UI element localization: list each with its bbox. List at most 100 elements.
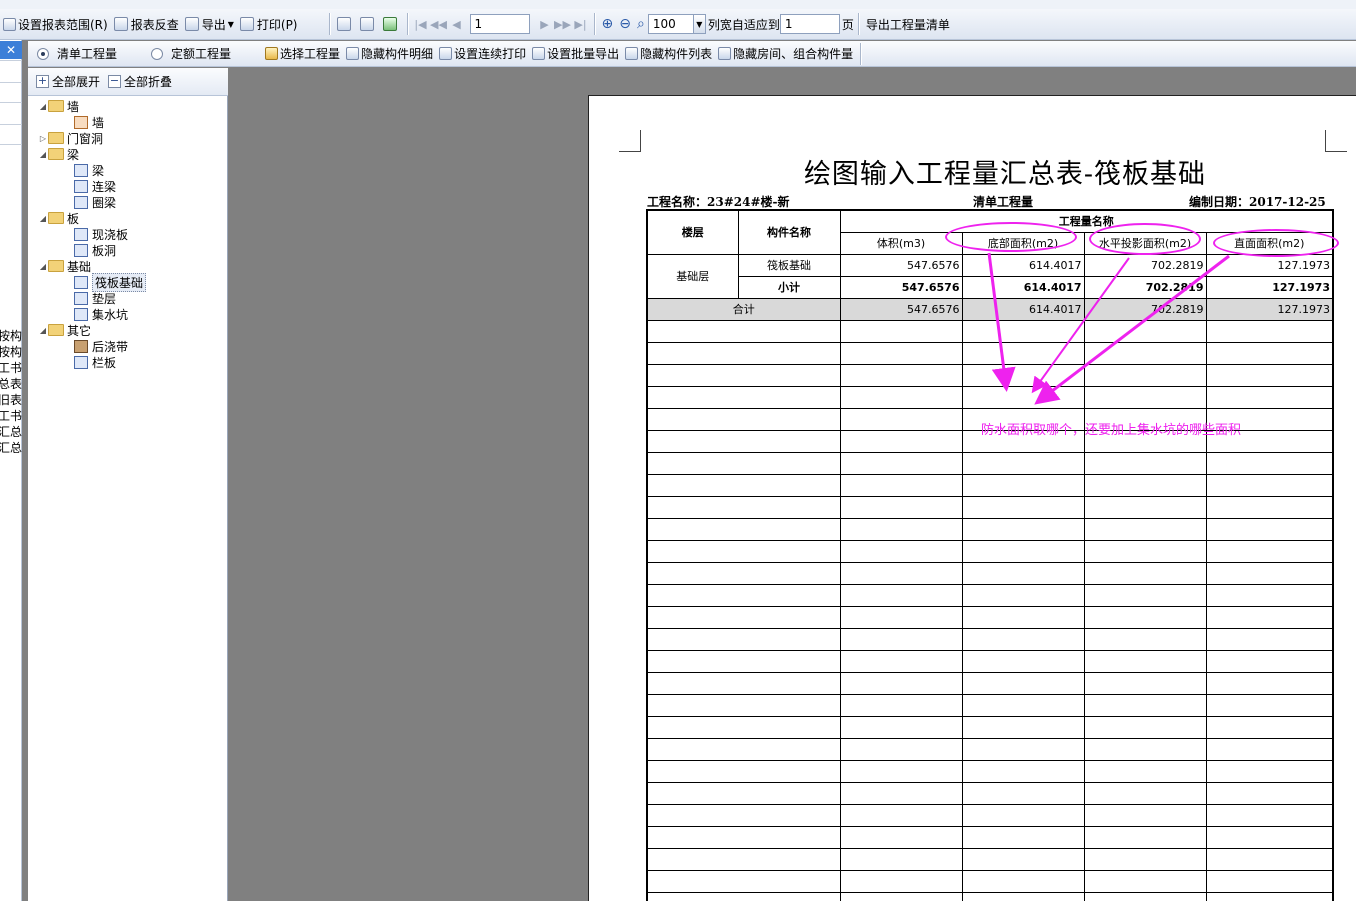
tree-item-cushion[interactable]: 垫层 [28, 290, 228, 306]
folder-icon [48, 324, 64, 336]
tree-group-beam[interactable]: ◢ 梁 [28, 146, 228, 162]
report-check-button[interactable]: 报表反查 [111, 11, 182, 37]
list-icon [346, 47, 360, 60]
tree-group-wall[interactable]: ◢ 墙 [28, 98, 228, 114]
ring-beam-icon [74, 195, 88, 209]
hide-detail-button[interactable]: 隐藏构件明细 [343, 41, 436, 67]
next-fast-button[interactable]: ▶▶ [554, 13, 572, 35]
folder-icon [48, 260, 64, 272]
radio-bill-quantity[interactable]: 清单工程量 [34, 41, 120, 67]
hide-component-list-button[interactable]: 隐藏构件列表 [622, 41, 715, 67]
left-label[interactable]: 总表 [0, 376, 22, 392]
left-label[interactable]: 按构 [0, 328, 22, 344]
print-settings-icon [439, 47, 453, 60]
zoom-out-icon: ⊖ [619, 16, 631, 32]
check-icon [113, 17, 128, 31]
report-range-button[interactable]: 设置报表范围(R) [0, 11, 111, 37]
tree-item-cast-slab[interactable]: 现浇板 [28, 226, 228, 242]
expand-arrow-icon: ◢ [39, 325, 47, 335]
collapse-arrow-icon: ▷ [39, 133, 47, 143]
slab-hole-icon [74, 243, 88, 257]
batch-export-icon [532, 47, 546, 60]
tree-item-slab-hole[interactable]: 板洞 [28, 242, 228, 258]
toolbar-separator [857, 13, 859, 35]
set-batch-export-button[interactable]: 设置批量导出 [529, 41, 622, 67]
left-label[interactable]: 汇总 [0, 440, 22, 456]
fit-column-label: 列宽自适应到 [707, 17, 780, 32]
collapse-all-button[interactable]: − 全部折叠 [100, 73, 172, 90]
prev-fast-button[interactable]: ◀◀ [430, 13, 448, 35]
next-page-button[interactable]: ▶ [536, 13, 554, 35]
radio-icon [151, 47, 164, 60]
double-page-icon [359, 17, 374, 31]
tree-item-post-cast-strip[interactable]: 后浇带 [28, 338, 228, 354]
report-page: 绘图输入工程量汇总表-筏板基础 工程名称：23#24#楼-新 清单工程量 编制日… [588, 95, 1356, 901]
view-single-button[interactable] [334, 11, 357, 37]
beam-icon [74, 163, 88, 177]
first-page-button[interactable]: |◀ [412, 13, 430, 35]
tree-group-openings[interactable]: ▷ 门窗洞 [28, 130, 228, 146]
zoom-input[interactable]: 100 [647, 14, 694, 34]
left-label[interactable]: 工书 [0, 360, 22, 376]
main-toolbar: 设置报表范围(R) 报表反查 导出 ▼ 打印(P) |◀ ◀◀ ◀ 1 ▶ ▶▶ … [0, 0, 1356, 40]
left-label[interactable]: 按构 [0, 344, 22, 360]
raft-foundation-icon [74, 275, 88, 289]
tree-item-ring-beam[interactable]: 圈梁 [28, 194, 228, 210]
plus-icon: + [36, 74, 49, 88]
coupling-beam-icon [74, 179, 88, 193]
set-continuous-print-button[interactable]: 设置连续打印 [436, 41, 529, 67]
tree-item-wall[interactable]: 墙 [28, 114, 228, 130]
last-page-button[interactable]: ▶| [572, 13, 590, 35]
tree-item-coupling-beam[interactable]: 连梁 [28, 178, 228, 194]
left-label[interactable]: 汇总 [0, 424, 22, 440]
single-page-icon [336, 17, 351, 31]
expand-all-button[interactable]: + 全部展开 [28, 73, 100, 90]
select-icon [265, 47, 279, 60]
chevron-down-icon: ▼ [696, 19, 703, 29]
slab-icon [74, 227, 88, 241]
close-panel-button[interactable]: ✕ [0, 41, 22, 59]
list-icon [718, 47, 732, 60]
zoom-dropdown[interactable]: ▼ [693, 14, 706, 34]
component-tree: ◢ 墙 墙 ▷ 门窗洞 ◢ 梁 梁 连梁 圈梁 ◢ 板 现浇板 板洞 ◢ 基础 筏板基础 … [28, 98, 228, 370]
close-icon: ✕ [5, 43, 17, 57]
export-icon [184, 17, 199, 31]
multi-page-icon [382, 17, 397, 31]
fit-pages-input[interactable]: 1 [779, 14, 840, 34]
sump-pit-icon [74, 307, 88, 321]
parapet-icon [74, 355, 88, 369]
list-icon [625, 47, 639, 60]
tree-item-raft-foundation[interactable]: 筏板基础 [28, 272, 228, 292]
wall-icon [74, 115, 88, 129]
export-button[interactable]: 导出 ▼ [182, 11, 237, 37]
tree-item-parapet[interactable]: 栏板 [28, 354, 228, 370]
expand-arrow-icon: ◢ [39, 261, 47, 271]
print-button[interactable]: 打印(P) [237, 11, 301, 37]
page-number-input[interactable]: 1 [469, 14, 530, 34]
toolbar-separator [593, 13, 595, 35]
hide-room-button[interactable]: 隐藏房间、组合构件量 [715, 41, 856, 67]
tree-toolbar: + 全部展开 − 全部折叠 [28, 68, 228, 96]
prev-page-button[interactable]: ◀ [448, 13, 466, 35]
tree-group-slab[interactable]: ◢ 板 [28, 210, 228, 226]
zoom-out-button[interactable]: ⊖ [616, 11, 634, 37]
view-double-button[interactable] [357, 11, 380, 37]
report-options-toolbar: 清单工程量 定额工程量 选择工程量 隐藏构件明细 设置连续打印 设置批量导出 隐… [28, 41, 1356, 67]
tree-item-beam[interactable]: 梁 [28, 162, 228, 178]
export-bill-button[interactable]: 导出工程量清单 [863, 11, 953, 37]
folder-icon [48, 132, 64, 144]
search-button[interactable]: ⌕ [634, 11, 648, 37]
tree-group-other[interactable]: ◢ 其它 [28, 322, 228, 338]
folder-icon [48, 100, 64, 112]
expand-arrow-icon: ◢ [39, 101, 47, 111]
tree-item-sump-pit[interactable]: 集水坑 [28, 306, 228, 322]
select-quantity-button[interactable]: 选择工程量 [262, 41, 343, 67]
left-label[interactable]: 旧表 [0, 392, 22, 408]
view-multi-button[interactable] [380, 11, 403, 37]
zoom-in-button[interactable]: ⊕ [599, 11, 617, 37]
folder-icon [48, 148, 64, 160]
post-cast-strip-icon [74, 339, 88, 353]
left-label[interactable]: 工书 [0, 408, 22, 424]
radio-quota-quantity[interactable]: 定额工程量 [148, 41, 234, 67]
toolbar-separator [860, 42, 862, 65]
